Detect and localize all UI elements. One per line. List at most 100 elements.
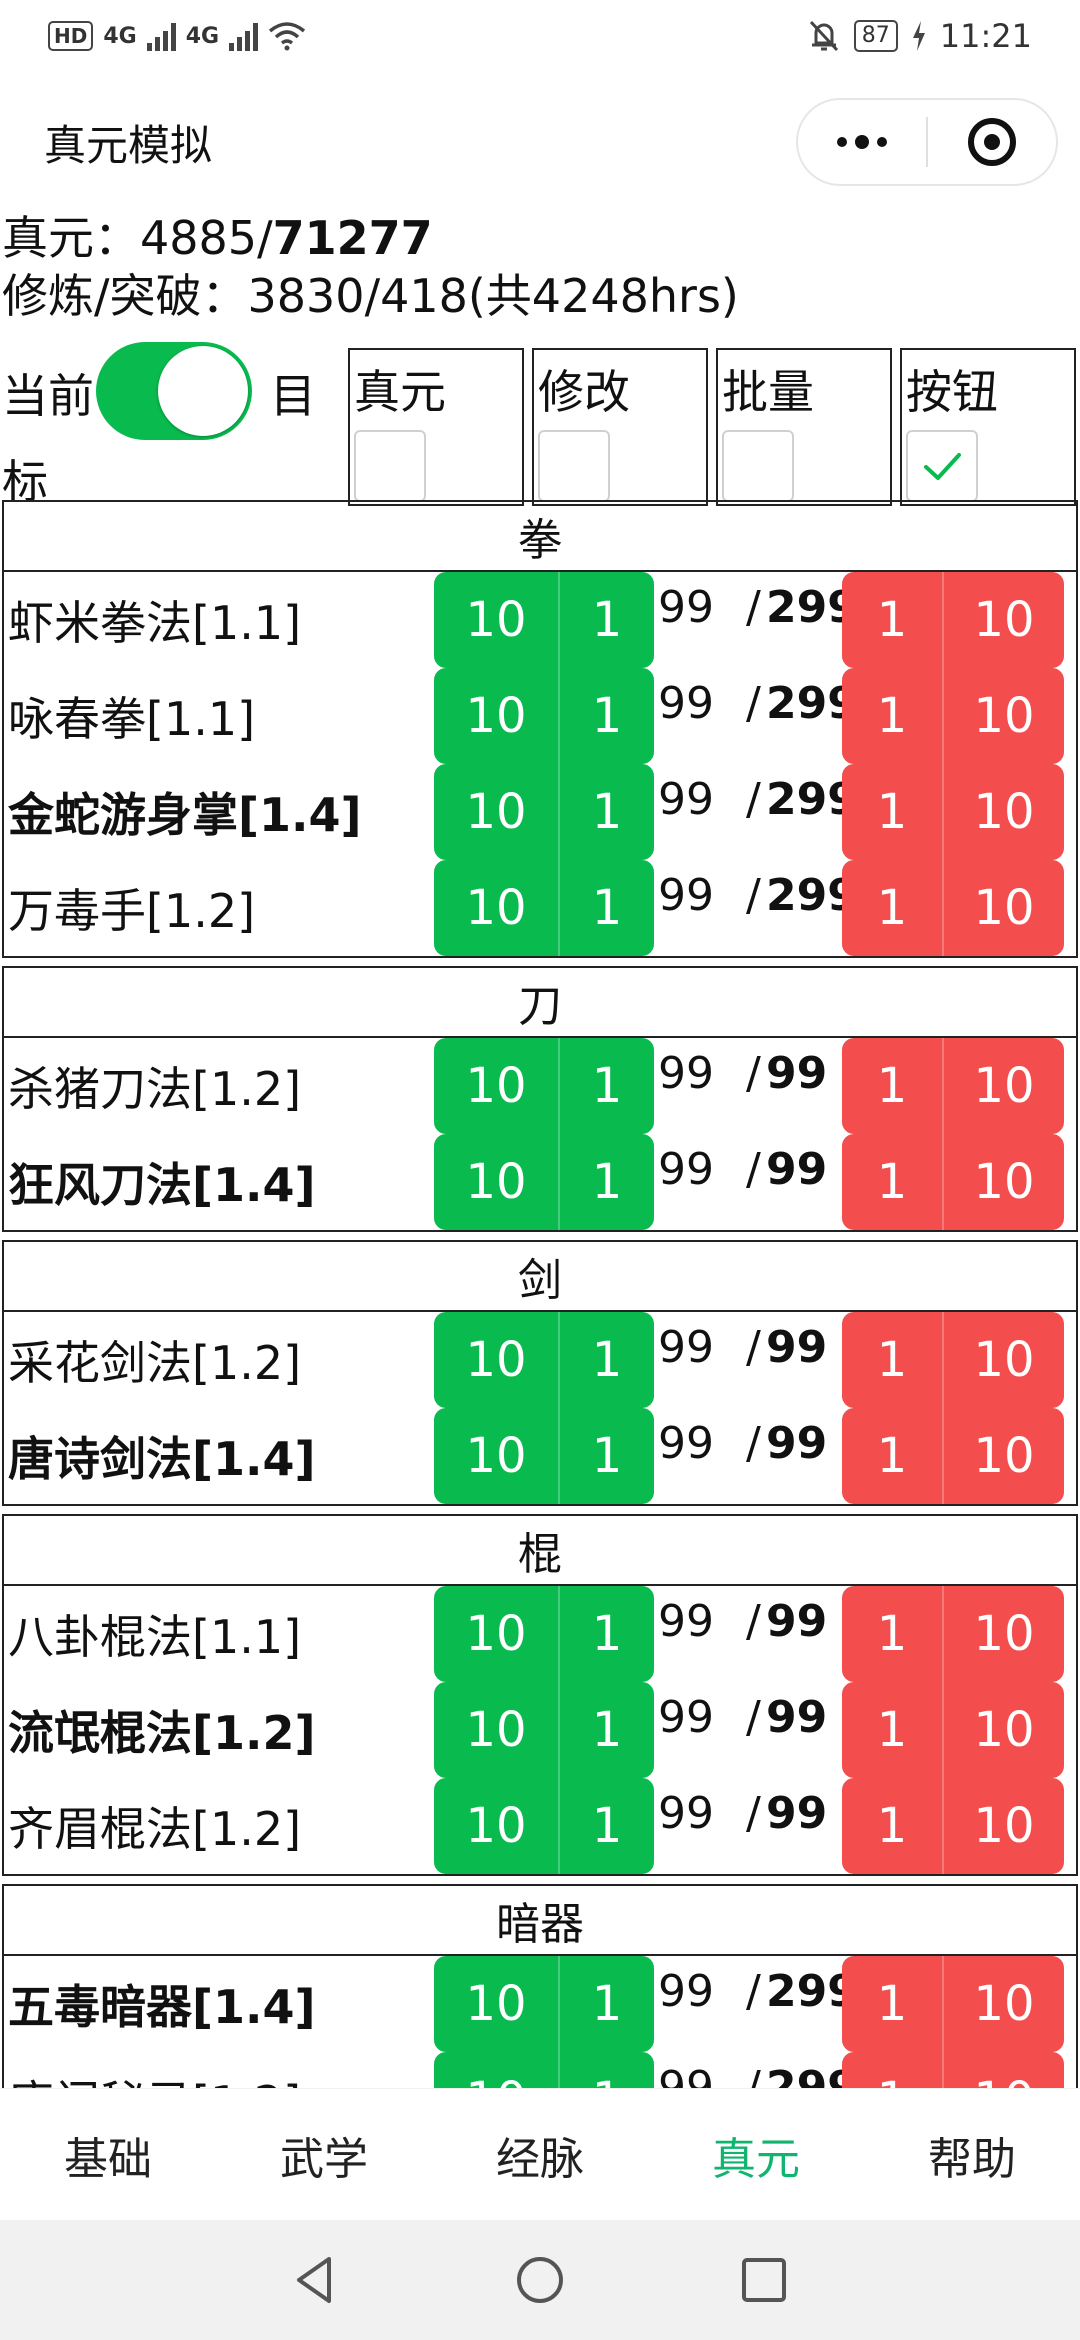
sub-10-button[interactable]: 10 (942, 1134, 1064, 1230)
add-1-button[interactable]: 1 (558, 1408, 654, 1504)
sub-1-button[interactable]: 1 (842, 1778, 942, 1874)
sub-1-button[interactable]: 1 (842, 1038, 942, 1134)
section-title: 剑 (4, 1242, 1076, 1312)
add-10-button[interactable]: 10 (434, 668, 558, 764)
add-1-button[interactable]: 1 (558, 1134, 654, 1230)
add-1-button[interactable]: 1 (558, 1778, 654, 1874)
tab-0[interactable]: 基础 (0, 2123, 216, 2187)
option-checkbox[interactable] (538, 430, 610, 502)
add-1-button[interactable]: 1 (558, 1586, 654, 1682)
tab-3[interactable]: 真元 (648, 2123, 864, 2187)
add-10-button[interactable]: 10 (434, 860, 558, 956)
signal-icon-2 (229, 21, 259, 51)
add-1-button[interactable]: 1 (558, 764, 654, 860)
recents-icon[interactable] (737, 2253, 791, 2307)
level-separator: / (746, 1596, 761, 1647)
sub-10-button[interactable]: 10 (942, 1586, 1064, 1682)
skill-row: 采花剑法[1.2] 10 1 99/99 1 10 (4, 1312, 1076, 1408)
skill-name: 五毒暗器[1.4] (8, 1980, 316, 2034)
bottom-tab-bar: 基础 武学 经脉 真元 帮助 (0, 2088, 1080, 2220)
option-box: 批量 (716, 348, 892, 506)
skill-name: 杀猪刀法[1.2] (8, 1062, 302, 1116)
add-1-button[interactable]: 1 (558, 1312, 654, 1408)
sub-1-button[interactable]: 1 (842, 2052, 942, 2088)
add-10-button[interactable]: 10 (434, 1956, 558, 2052)
sub-10-button[interactable]: 10 (942, 1778, 1064, 1874)
add-10-button[interactable]: 10 (434, 764, 558, 860)
add-10-button[interactable]: 10 (434, 572, 558, 668)
level-separator: / (746, 582, 761, 633)
skill-row: 狂风刀法[1.4] 10 1 99/99 1 10 (4, 1134, 1076, 1230)
add-10-button[interactable]: 10 (434, 1586, 558, 1682)
skill-name: 虾米拳法[1.1] (8, 596, 302, 650)
system-nav-bar (0, 2220, 1080, 2340)
network-type-2: 4G (185, 23, 220, 49)
add-1-button[interactable]: 1 (558, 1038, 654, 1134)
summary: 真元：4885/71277 修炼/突破：3830/418(共4248hrs) (2, 212, 739, 322)
skill-current-level: 99 (658, 1144, 714, 1195)
skill-current-level: 99 (658, 678, 714, 729)
sub-10-button[interactable]: 10 (942, 1312, 1064, 1408)
add-10-button[interactable]: 10 (434, 1408, 558, 1504)
option-checkbox[interactable] (354, 430, 426, 502)
sub-10-button[interactable]: 10 (942, 2052, 1064, 2088)
add-1-button[interactable]: 1 (558, 860, 654, 956)
clock: 11:21 (939, 17, 1032, 55)
sub-1-button[interactable]: 1 (842, 1312, 942, 1408)
tab-1[interactable]: 武学 (216, 2123, 432, 2187)
add-1-button[interactable]: 1 (558, 1956, 654, 2052)
level-separator: / (746, 1788, 761, 1839)
skill-section: 刀杀猪刀法[1.2] 10 1 99/99 1 10 狂风刀法[1.4] 10 1 99/99 1 1… (2, 966, 1078, 1232)
sub-10-button[interactable]: 10 (942, 572, 1064, 668)
back-icon[interactable] (289, 2253, 343, 2307)
add-10-button[interactable]: 10 (434, 1778, 558, 1874)
sub-1-button[interactable]: 1 (842, 1586, 942, 1682)
more-button[interactable] (798, 100, 926, 184)
skill-max-level: 299 (766, 2062, 858, 2088)
add-1-button[interactable]: 1 (558, 572, 654, 668)
sub-10-button[interactable]: 10 (942, 860, 1064, 956)
battery-icon: 87 (853, 20, 898, 52)
sub-1-button[interactable]: 1 (842, 572, 942, 668)
level-separator: / (746, 870, 761, 921)
option-label: 批量 (722, 365, 814, 419)
tab-4[interactable]: 帮助 (864, 2123, 1080, 2187)
skill-current-level: 99 (658, 2062, 714, 2088)
sub-10-button[interactable]: 10 (942, 1038, 1064, 1134)
add-10-button[interactable]: 10 (434, 1134, 558, 1230)
skill-current-level: 99 (658, 1048, 714, 1099)
close-miniprogram-button[interactable] (928, 100, 1056, 184)
skill-section: 暗器五毒暗器[1.4]10199/299110唐门秘录[1.2]10199/29… (2, 1884, 1078, 2088)
option-checkbox[interactable] (722, 430, 794, 502)
add-10-button[interactable]: 10 (434, 1312, 558, 1408)
add-1-button[interactable]: 1 (558, 1682, 654, 1778)
sub-10-button[interactable]: 10 (942, 1408, 1064, 1504)
add-1-button[interactable]: 1 (558, 2052, 654, 2088)
sub-1-button[interactable]: 1 (842, 1682, 942, 1778)
sub-1-button[interactable]: 1 (842, 1134, 942, 1230)
option-checkbox[interactable] (906, 430, 978, 502)
home-icon[interactable] (513, 2253, 567, 2307)
status-left: HD 4G 4G (48, 21, 306, 51)
mini-program-capsule (796, 98, 1058, 186)
section-title: 暗器 (4, 1886, 1076, 1956)
skill-name: 齐眉棍法[1.2] (8, 1802, 302, 1856)
sub-1-button[interactable]: 1 (842, 860, 942, 956)
sub-1-button[interactable]: 1 (842, 764, 942, 860)
sub-10-button[interactable]: 10 (942, 1682, 1064, 1778)
sub-10-button[interactable]: 10 (942, 1956, 1064, 2052)
add-10-button[interactable]: 10 (434, 2052, 558, 2088)
skill-name: 万毒手[1.2] (8, 884, 256, 938)
sub-10-button[interactable]: 10 (942, 668, 1064, 764)
level-separator: / (746, 1966, 761, 2017)
skill-max-level: 99 (766, 1048, 828, 1099)
tab-2[interactable]: 经脉 (432, 2123, 648, 2187)
sub-1-button[interactable]: 1 (842, 1956, 942, 2052)
add-1-button[interactable]: 1 (558, 668, 654, 764)
current-target-switch[interactable] (96, 342, 252, 440)
sub-1-button[interactable]: 1 (842, 668, 942, 764)
add-10-button[interactable]: 10 (434, 1682, 558, 1778)
add-10-button[interactable]: 10 (434, 1038, 558, 1134)
sub-10-button[interactable]: 10 (942, 764, 1064, 860)
sub-1-button[interactable]: 1 (842, 1408, 942, 1504)
